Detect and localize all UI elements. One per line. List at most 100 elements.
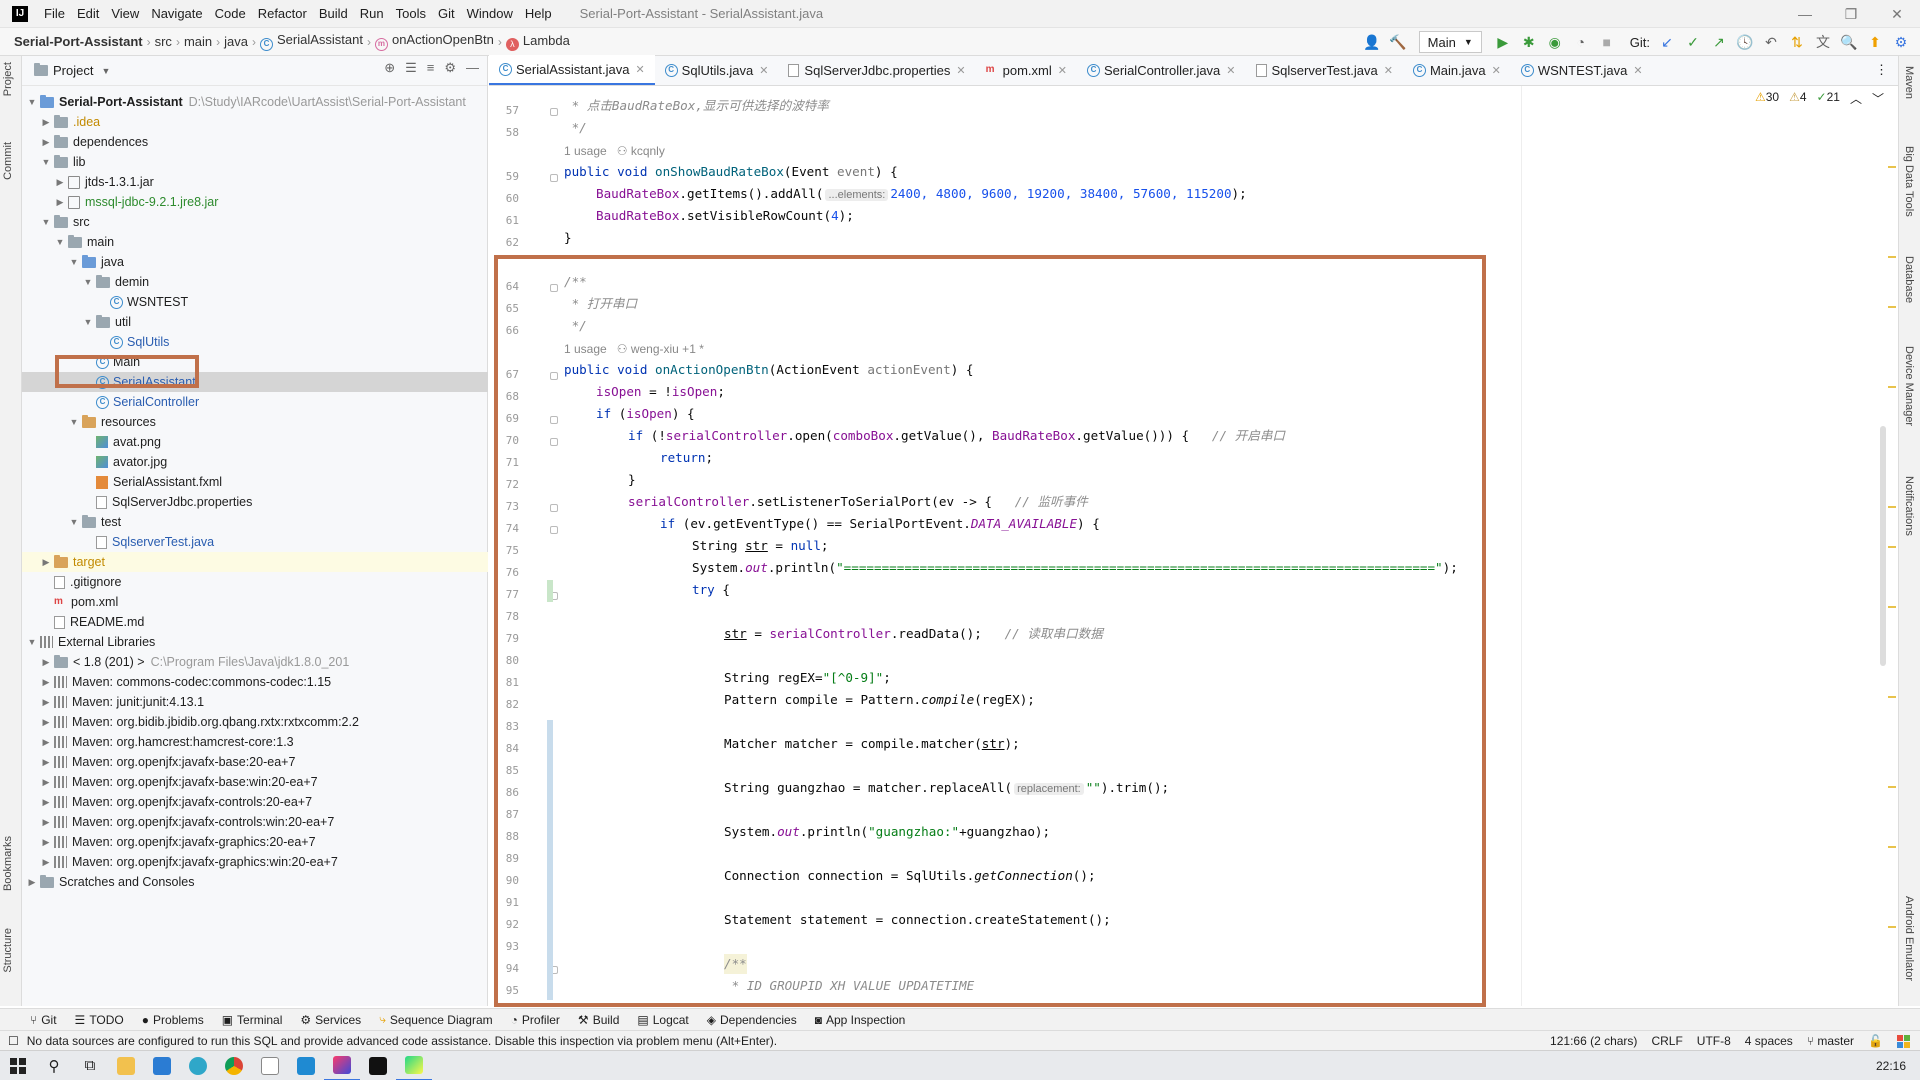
tree-item-library[interactable]: ▶ Maven: commons-codec:commons-codec:1.15 (22, 672, 488, 692)
gear-icon[interactable]: ⚙ (444, 60, 456, 76)
taskbar-pycharm[interactable] (396, 1051, 432, 1080)
tool-problems[interactable]: ● Problems (142, 1013, 204, 1027)
project-panel-title[interactable]: Project (53, 63, 93, 78)
tool-app-inspection[interactable]: ◙ App Inspection (815, 1013, 906, 1027)
tool-tab-commit[interactable]: Commit (2, 142, 14, 180)
tool-tab-android-emulator[interactable]: Android Emulator (1903, 896, 1915, 981)
tree-item-java[interactable]: ▼ java (22, 252, 488, 272)
tree-item-jdk[interactable]: ▶ < 1.8 (201) > C:\Program Files\Java\jdk1… (22, 652, 488, 672)
editor-scrollbar-thumb[interactable] (1880, 426, 1886, 666)
debug-icon[interactable]: ✱ (1518, 31, 1540, 53)
status-square-icon[interactable]: ☐ (8, 1034, 19, 1048)
history-icon[interactable]: 🕓 (1734, 31, 1756, 53)
tool-tab-big-data-tools[interactable]: Big Data Tools (1903, 146, 1915, 217)
windows-logo-icon[interactable] (1897, 1034, 1910, 1048)
profile-icon[interactable]: ◔ (1570, 31, 1592, 53)
warning-stripe-mark[interactable] (1888, 926, 1896, 928)
tree-item-library[interactable]: ▶ Maven: org.openjfx:javafx-graphics:win:… (22, 852, 488, 872)
tool-tab-maven[interactable]: Maven (1903, 66, 1915, 99)
run-icon[interactable]: ▶ (1492, 31, 1514, 53)
vcs-icon[interactable]: ⇅ (1786, 31, 1808, 53)
tree-item-mssql-jar[interactable]: ▶ mssql-jdbc-9.2.1.jre8.jar (22, 192, 488, 212)
file-encoding[interactable]: UTF-8 (1697, 1034, 1731, 1048)
tab-sqlutils[interactable]: C SqlUtils.java ✕ (655, 55, 779, 85)
tree-item-main-class[interactable]: C Main (22, 352, 488, 372)
tree-item-sqlservertest[interactable]: SqlserverTest.java (22, 532, 488, 552)
tool-tab-database[interactable]: Database (1903, 256, 1915, 303)
minimize-button[interactable]: — (1782, 0, 1828, 28)
coverage-icon[interactable]: ◉ (1544, 31, 1566, 53)
tree-item-main[interactable]: ▼ main (22, 232, 488, 252)
tool-services[interactable]: ⚙ Services (300, 1013, 361, 1027)
tool-sequence-diagram[interactable]: ⤷ Sequence Diagram (379, 1012, 492, 1027)
menu-file[interactable]: File (38, 0, 71, 28)
tree-item-idea[interactable]: ▶ .idea (22, 112, 488, 132)
fold-marker-icon[interactable] (550, 372, 558, 380)
tool-terminal[interactable]: ▣ Terminal (222, 1013, 283, 1027)
tool-todo[interactable]: ☰ TODO (75, 1013, 124, 1027)
tree-item-target[interactable]: ▶ target (22, 552, 488, 572)
menu-navigate[interactable]: Navigate (145, 0, 208, 28)
breadcrumb-src[interactable]: src (151, 34, 176, 49)
taskbar-search[interactable]: ⚲ (36, 1051, 72, 1080)
close-icon[interactable]: ✕ (1492, 64, 1501, 77)
line-separator[interactable]: CRLF (1651, 1034, 1682, 1048)
fold-marker-icon[interactable] (550, 174, 558, 182)
tool-dependencies[interactable]: ◈ Dependencies (707, 1013, 797, 1027)
breadcrumb-java[interactable]: java (220, 34, 252, 49)
tree-item-properties[interactable]: SqlServerJdbc.properties (22, 492, 488, 512)
taskbar-vscode[interactable] (288, 1051, 324, 1080)
vcs-modified-marker[interactable] (547, 720, 553, 1000)
warning-stripe-mark[interactable] (1888, 606, 1896, 608)
locate-icon[interactable]: ⊕ (384, 60, 395, 76)
status-message[interactable]: No data sources are configured to run th… (27, 1034, 777, 1048)
breadcrumb-lambda[interactable]: λ Lambda (502, 33, 574, 51)
task-view[interactable]: ⧉ (72, 1051, 108, 1080)
fold-marker-icon[interactable] (550, 416, 558, 424)
warning-stripe-mark[interactable] (1888, 256, 1896, 258)
taskbar-intellij[interactable] (324, 1051, 360, 1080)
chevron-down-icon[interactable]: ▼ (101, 66, 110, 76)
git-update-icon[interactable]: ↙ (1656, 31, 1678, 53)
lock-icon[interactable]: 🔓 (1868, 1034, 1883, 1048)
taskbar-ws[interactable] (360, 1051, 396, 1080)
tree-item-library[interactable]: ▶ Maven: org.openjfx:javafx-graphics:20-e… (22, 832, 488, 852)
search-icon[interactable]: 🔍 (1838, 31, 1860, 53)
settings-icon[interactable]: ⚙ (1890, 31, 1912, 53)
tool-logcat[interactable]: ▤ Logcat (637, 1013, 688, 1027)
tree-item-src[interactable]: ▼ src (22, 212, 488, 232)
tree-item-gitignore[interactable]: .gitignore (22, 572, 488, 592)
warning-stripe-mark[interactable] (1888, 546, 1896, 548)
breadcrumb-method[interactable]: m onActionOpenBtn (371, 32, 498, 51)
tree-item-avator-jpg[interactable]: avator.jpg (22, 452, 488, 472)
tree-item-fxml[interactable]: SerialAssistant.fxml (22, 472, 488, 492)
tree-item-avat-png[interactable]: avat.png (22, 432, 488, 452)
warning-stripe-mark[interactable] (1888, 166, 1896, 168)
tree-item-library[interactable]: ▶ Maven: junit:junit:4.13.1 (22, 692, 488, 712)
menu-refactor[interactable]: Refactor (252, 0, 313, 28)
menu-edit[interactable]: Edit (71, 0, 105, 28)
tree-item-library[interactable]: ▶ Maven: org.bidib.jbidib.org.qbang.rxtx:… (22, 712, 488, 732)
menu-view[interactable]: View (105, 0, 145, 28)
tree-item-library[interactable]: ▶ Maven: org.openjfx:javafx-base:20-ea+7 (22, 752, 488, 772)
taskbar-typora[interactable] (252, 1051, 288, 1080)
tool-git[interactable]: ⑂ Git (30, 1013, 57, 1027)
tool-tab-project[interactable]: Project (2, 62, 14, 96)
updates-icon[interactable]: ⬆ (1864, 31, 1886, 53)
tree-item-project-root[interactable]: ▼ Serial-Port-Assistant D:\Study\IARcode\U… (22, 92, 488, 112)
tree-item-scratches[interactable]: ▶ Scratches and Consoles (22, 872, 488, 892)
git-push-icon[interactable]: ↗ (1708, 31, 1730, 53)
fold-marker-icon[interactable] (550, 108, 558, 116)
close-icon[interactable]: ✕ (956, 64, 965, 77)
tool-tab-device-manager[interactable]: Device Manager (1903, 346, 1915, 426)
fold-marker-icon[interactable] (550, 526, 558, 534)
menu-window[interactable]: Window (461, 0, 519, 28)
tree-item-test[interactable]: ▼ test (22, 512, 488, 532)
git-branch[interactable]: ⑂ master (1807, 1034, 1854, 1048)
menu-code[interactable]: Code (209, 0, 252, 28)
start-button[interactable] (0, 1051, 36, 1080)
breadcrumb-main[interactable]: main (180, 34, 216, 49)
user-icon[interactable]: 👤 (1361, 31, 1383, 53)
rollback-icon[interactable]: ↶ (1760, 31, 1782, 53)
tab-serialassistant[interactable]: C SerialAssistant.java ✕ (489, 55, 655, 85)
